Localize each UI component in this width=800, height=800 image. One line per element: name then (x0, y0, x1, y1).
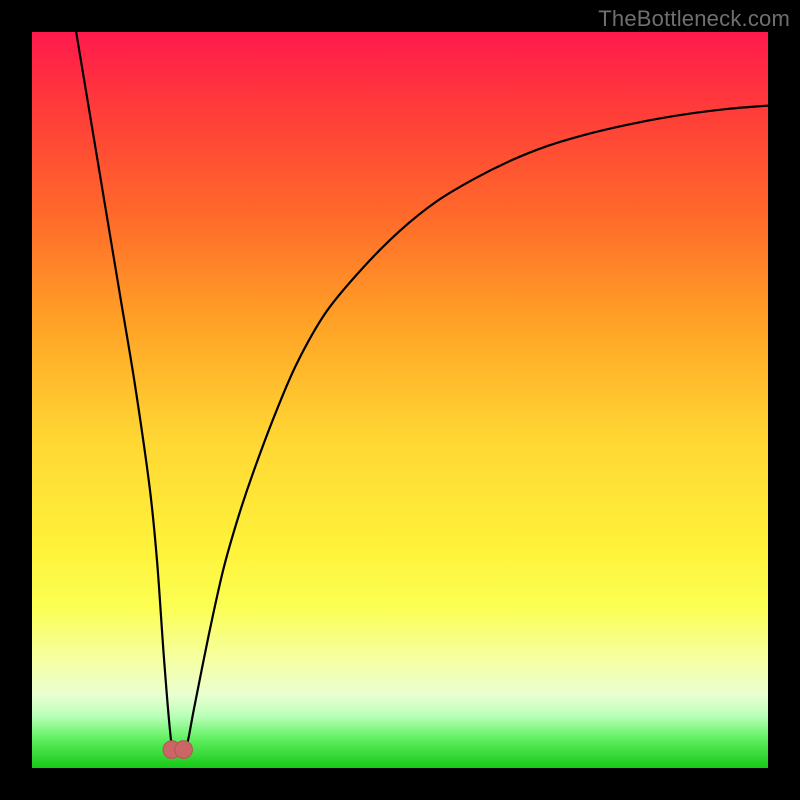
watermark-text: TheBottleneck.com (598, 6, 790, 32)
plot-area (32, 32, 768, 768)
bottleneck-curve-path (76, 32, 768, 755)
curve-minimum-markers (163, 741, 192, 759)
marker-right-bump (175, 741, 193, 759)
bottleneck-chart (32, 32, 768, 768)
